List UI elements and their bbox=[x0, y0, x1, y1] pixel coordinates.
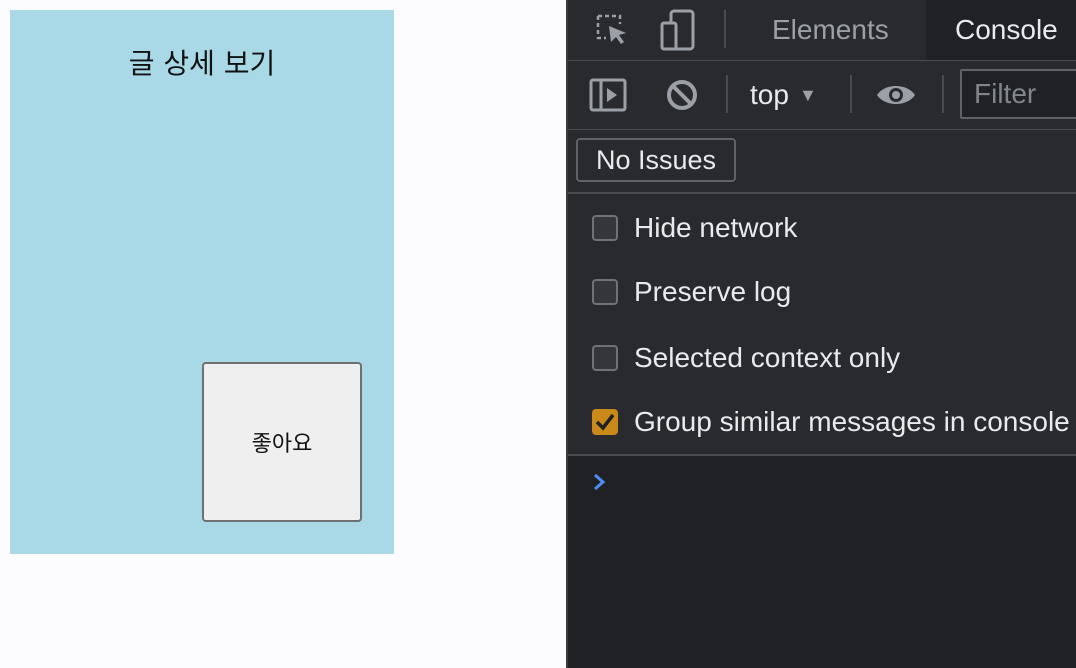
setting-label: Preserve log bbox=[634, 276, 792, 307]
hide-network-checkbox[interactable] bbox=[592, 215, 618, 241]
group-similar-checkbox[interactable] bbox=[592, 409, 618, 435]
setting-selected-context-only[interactable]: Selected context only bbox=[592, 338, 900, 378]
toolbar-separator bbox=[850, 75, 852, 113]
issues-button[interactable]: No Issues bbox=[576, 138, 737, 182]
tab-console[interactable]: Console bbox=[926, 0, 1076, 60]
context-selector-label: top bbox=[750, 79, 789, 110]
selected-context-only-checkbox[interactable] bbox=[592, 345, 618, 371]
setting-preserve-log[interactable]: Preserve log bbox=[592, 272, 791, 312]
inspect-element-icon[interactable] bbox=[592, 10, 632, 50]
checkmark-icon bbox=[595, 413, 615, 431]
tab-elements[interactable]: Elements bbox=[754, 0, 907, 60]
setting-label: Hide network bbox=[634, 212, 798, 243]
console-output[interactable] bbox=[568, 456, 1076, 668]
preserve-log-checkbox[interactable] bbox=[592, 279, 618, 305]
console-prompt-icon[interactable] bbox=[592, 470, 608, 499]
page-title: 글 상세 보기 bbox=[128, 47, 276, 80]
toolbar-separator bbox=[726, 75, 728, 113]
setting-label: Selected context only bbox=[634, 342, 901, 373]
live-expression-eye-icon[interactable] bbox=[874, 75, 918, 115]
filter-input[interactable] bbox=[960, 69, 1076, 119]
devtools-panel: Elements Console top ▼ Filter No Issues … bbox=[566, 0, 1076, 668]
screen: 글 상세 보기 좋아요 Elements Console top ▼ Filte… bbox=[0, 0, 1076, 668]
sidebar-toggle-icon[interactable] bbox=[588, 75, 628, 115]
post-detail-card: 글 상세 보기 좋아요 bbox=[10, 10, 394, 554]
setting-label: Group similar messages in console bbox=[634, 406, 1070, 437]
context-selector[interactable]: top ▼ bbox=[750, 75, 817, 115]
tab-separator bbox=[724, 10, 726, 48]
devtools-tab-bar: Elements Console bbox=[568, 0, 1076, 61]
setting-hide-network[interactable]: Hide network bbox=[592, 208, 797, 248]
console-toolbar: top ▼ bbox=[568, 61, 1076, 130]
like-button[interactable]: 좋아요 bbox=[202, 362, 362, 522]
caret-down-icon: ▼ bbox=[798, 84, 817, 105]
web-page: 글 상세 보기 좋아요 bbox=[0, 0, 566, 668]
setting-group-similar[interactable]: Group similar messages in console bbox=[592, 402, 1070, 442]
issues-bar: No Issues bbox=[568, 130, 1076, 194]
console-settings-panel: Hide network Preserve log Selected conte… bbox=[568, 194, 1076, 456]
device-toolbar-icon[interactable] bbox=[658, 8, 698, 52]
toolbar-separator bbox=[942, 75, 944, 113]
clear-console-icon[interactable] bbox=[662, 75, 702, 115]
